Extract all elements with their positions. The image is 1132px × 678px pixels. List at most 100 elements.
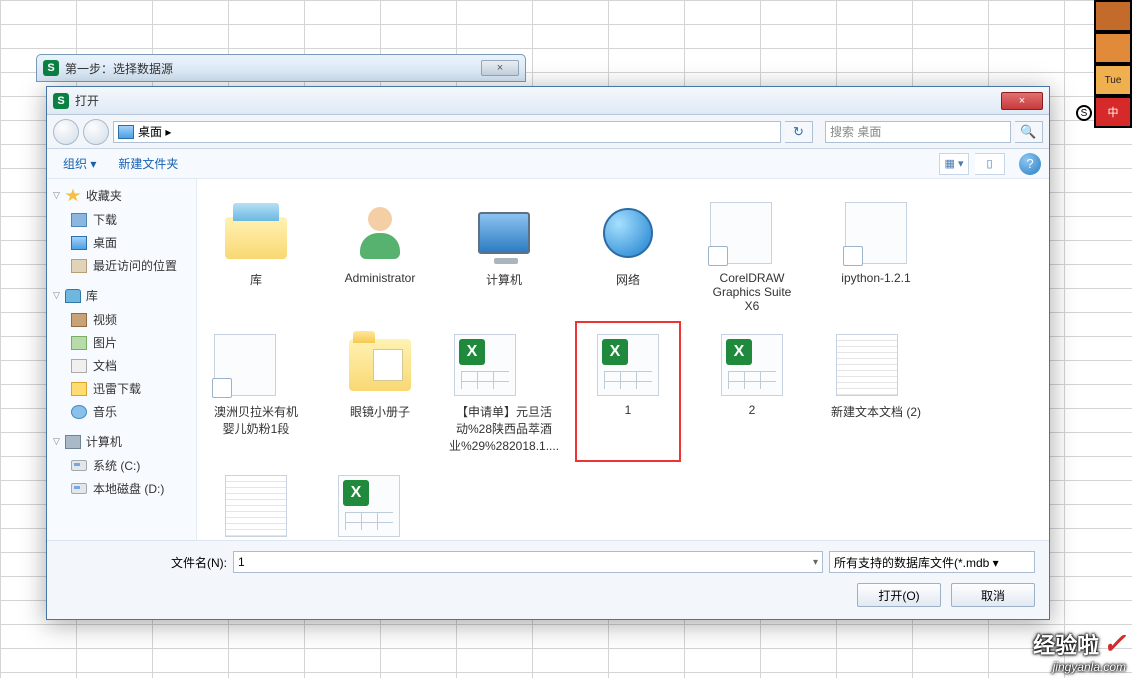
libraries-label: 库 (86, 287, 98, 304)
nav-bar: 桌面 ▸ ↻ 搜索 桌面 🔍 (47, 115, 1049, 149)
sidebar-item-desktop[interactable]: 桌面 (53, 231, 190, 254)
chevron-down-icon: ▾ (813, 557, 818, 568)
nav-tree: ▽ 收藏夹 下载 桌面 最近访问的位置 ▽ 库 视频 图片 文档 迅雷下载 音乐 (47, 179, 197, 540)
organize-button[interactable]: 组织 ▾ (55, 152, 104, 175)
file-label: 网络 (592, 271, 664, 288)
view-mode-button[interactable]: ▦ ▾ (939, 153, 969, 175)
close-button[interactable]: × (1001, 92, 1043, 110)
drive-icon (71, 483, 87, 494)
wizard-titlebar: S 第一步：选择数据源 × (36, 54, 526, 82)
sidebar-item-videos[interactable]: 视频 (53, 308, 190, 331)
folderdocs-icon (344, 329, 416, 401)
wizard-step-window: S 第一步：选择数据源 × (36, 54, 526, 84)
computer-header[interactable]: ▽ 计算机 (53, 433, 190, 450)
file-item[interactable]: CorelDRAW Graphics Suite X6 (699, 189, 805, 321)
widget-ime[interactable]: 中 S (1094, 96, 1132, 128)
breadcrumb[interactable]: 桌面 ▸ (113, 121, 781, 143)
search-button[interactable]: 🔍 (1015, 121, 1043, 143)
library-icon (65, 289, 81, 303)
refresh-button[interactable]: ↻ (785, 121, 813, 143)
txt-icon (831, 329, 903, 401)
shortcut-icon (840, 197, 912, 269)
cancel-button[interactable]: 取消 (951, 583, 1035, 607)
wizard-title: 第一步：选择数据源 (65, 60, 173, 77)
breadcrumb-text: 桌面 ▸ (138, 123, 171, 140)
nav-back-button[interactable] (53, 119, 79, 145)
file-item[interactable]: 新建文本文档 (2) (823, 321, 929, 462)
file-item[interactable]: 眼镜小册子 (327, 321, 433, 462)
favorites-label: 收藏夹 (86, 187, 122, 204)
sidebar-item-pictures[interactable]: 图片 (53, 331, 190, 354)
libraries-header[interactable]: ▽ 库 (53, 287, 190, 304)
star-icon (65, 189, 81, 203)
sidebar-item-thunder[interactable]: 迅雷下载 (53, 377, 190, 400)
file-item[interactable]: 澳洲贝拉米有机婴儿奶粉1段 (203, 321, 309, 462)
sidebar-item-downloads[interactable]: 下载 (53, 208, 190, 231)
dialog-footer: 文件名(N): 1 ▾ 所有支持的数据库文件(*.mdb ▾ 打开(O) 取消 (47, 540, 1049, 619)
chevron-down-icon: ▽ (53, 436, 60, 447)
sidebar-widgets: Tue 中 S (1094, 0, 1132, 128)
nav-forward-button[interactable] (83, 119, 109, 145)
wizard-close-button[interactable]: × (481, 60, 519, 76)
open-title-text: 打开 (75, 92, 99, 109)
sidebar-item-music[interactable]: 音乐 (53, 400, 190, 423)
open-titlebar: S 打开 × (47, 87, 1049, 115)
file-item[interactable]: X1 (575, 321, 681, 462)
file-item[interactable]: 网络 (575, 189, 681, 321)
sidebar-item-documents[interactable]: 文档 (53, 354, 190, 377)
search-input[interactable]: 搜索 桌面 (825, 121, 1011, 143)
file-label: 库 (220, 271, 292, 288)
preview-pane-button[interactable]: ▯ (975, 153, 1005, 175)
chevron-down-icon: ▽ (53, 190, 60, 201)
file-label: 新建文本文档 (2) (831, 403, 921, 420)
pc-icon (468, 197, 540, 269)
download-icon (71, 213, 87, 227)
computer-group: ▽ 计算机 系统 (C:) 本地磁盘 (D:) (53, 433, 190, 500)
file-item[interactable]: 新建文本文档 (203, 462, 309, 540)
file-item[interactable]: X【申请单】元旦活动%28陕西品萃酒业%29%282018.1.... (451, 321, 557, 462)
sidebar-item-recent[interactable]: 最近访问的位置 (53, 254, 190, 277)
txt-icon (220, 470, 292, 540)
file-label: ipython-1.2.1 (840, 271, 912, 285)
sidebar-item-drive-c[interactable]: 系统 (C:) (53, 454, 190, 477)
file-item[interactable]: X喆购商品资料表2017-12-27 (327, 462, 433, 540)
file-label: 澳洲贝拉米有机婴儿奶粉1段 (209, 403, 303, 437)
new-folder-button[interactable]: 新建文件夹 (110, 152, 186, 175)
s-badge-icon: S (1076, 105, 1092, 121)
file-label: 2 (716, 403, 788, 417)
lib-icon (220, 197, 292, 269)
file-item[interactable]: ipython-1.2.1 (823, 189, 929, 321)
computer-icon (65, 435, 81, 449)
sidebar-item-drive-d[interactable]: 本地磁盘 (D:) (53, 477, 190, 500)
filename-input[interactable]: 1 ▾ (233, 551, 823, 573)
picture-icon (71, 336, 87, 350)
file-type-select[interactable]: 所有支持的数据库文件(*.mdb ▾ (829, 551, 1035, 573)
excel-icon: X (333, 470, 405, 540)
widget-2 (1094, 32, 1132, 64)
libraries-group: ▽ 库 视频 图片 文档 迅雷下载 音乐 (53, 287, 190, 423)
toolbar: 组织 ▾ 新建文件夹 ▦ ▾ ▯ ? (47, 149, 1049, 179)
file-label: 【申请单】元旦活动%28陕西品萃酒业%29%282018.1.... (449, 403, 559, 454)
document-icon (71, 359, 87, 373)
recent-icon (71, 259, 87, 273)
search-placeholder: 搜索 桌面 (830, 123, 881, 140)
excel-icon: X (449, 329, 521, 401)
file-item[interactable]: 计算机 (451, 189, 557, 321)
open-file-dialog: S 打开 × 桌面 ▸ ↻ 搜索 桌面 🔍 组织 ▾ 新建文件夹 ▦ ▾ ▯ ?… (46, 86, 1050, 620)
watermark: 经验啦 ✓ jingyanla.com (1033, 627, 1132, 674)
user-icon (344, 197, 416, 269)
file-item[interactable]: X2 (699, 321, 805, 462)
net-icon (592, 197, 664, 269)
computer-label: 计算机 (86, 433, 122, 450)
file-label: 1 (592, 403, 664, 417)
file-item[interactable]: Administrator (327, 189, 433, 321)
desktop-icon (118, 125, 134, 139)
help-button[interactable]: ? (1019, 153, 1041, 175)
open-button[interactable]: 打开(O) (857, 583, 941, 607)
video-icon (71, 313, 87, 327)
widget-1 (1094, 0, 1132, 32)
app-s-icon: S (53, 93, 69, 109)
file-label: 计算机 (468, 271, 540, 288)
file-item[interactable]: 库 (203, 189, 309, 321)
favorites-header[interactable]: ▽ 收藏夹 (53, 187, 190, 204)
